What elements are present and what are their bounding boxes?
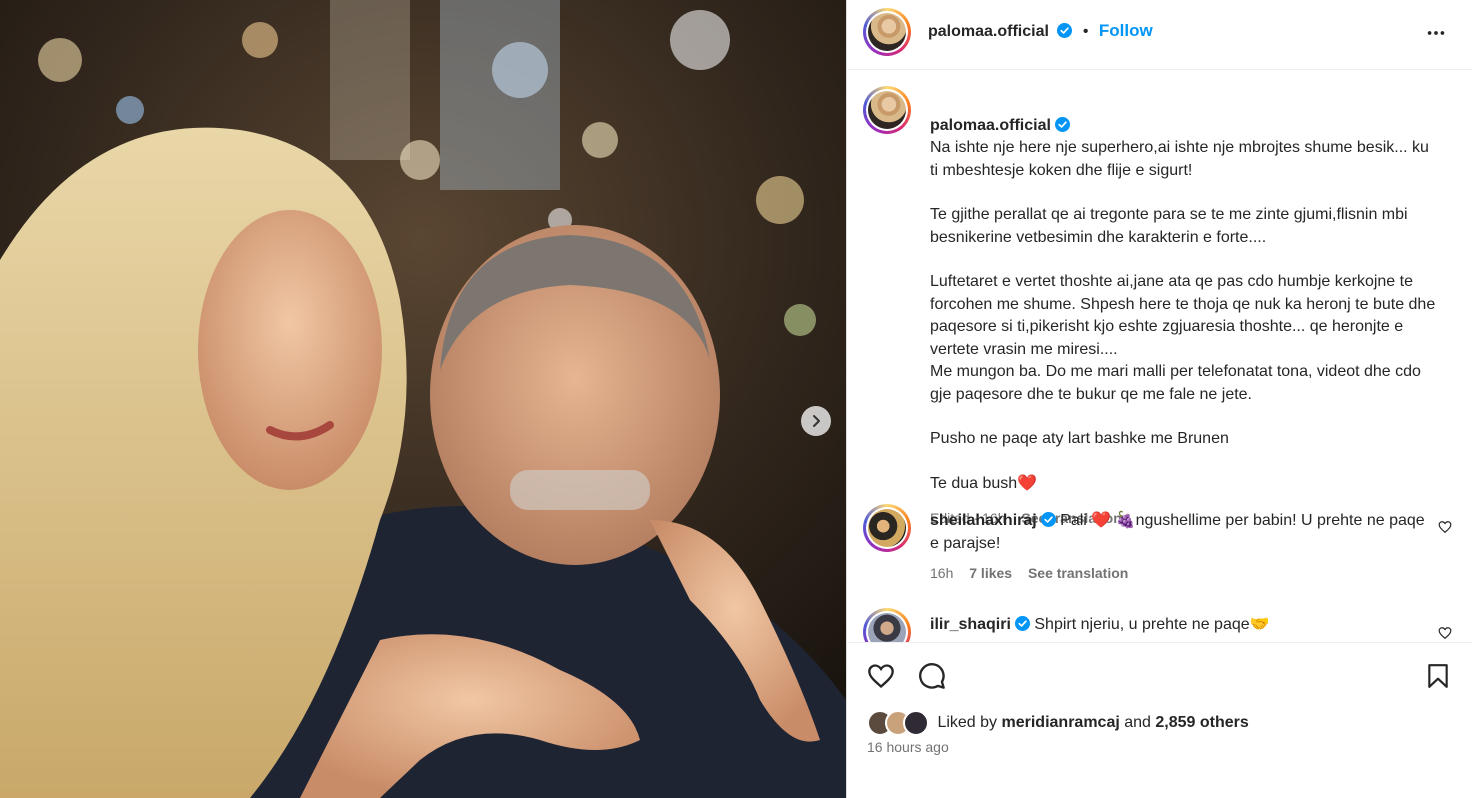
comment-likes[interactable]: 7 likes xyxy=(969,565,1012,581)
commenter-avatar[interactable] xyxy=(863,608,911,642)
commenter-username[interactable]: ilir_shaqiri xyxy=(930,616,1011,633)
caption: palomaa.official Na ishte nje here nje s… xyxy=(930,92,1440,530)
caption-paragraph-4: Pusho ne paqe aty lart bashke me Brunen xyxy=(930,430,1229,447)
chevron-right-icon xyxy=(813,415,820,427)
follow-button[interactable]: Follow xyxy=(1099,21,1153,40)
commenter-avatar[interactable] xyxy=(863,504,911,552)
likes-summary: Liked by meridianramcaj and 2,859 others xyxy=(867,710,1249,736)
next-photo-button[interactable] xyxy=(801,406,831,436)
post-photo-image xyxy=(0,0,846,798)
verified-icon xyxy=(1040,512,1056,527)
comment-text: Shpirt njeriu, u prehte ne paqe🤝 xyxy=(1034,616,1270,633)
header-separator: • xyxy=(1082,23,1089,40)
comment-meta: 16h 7 likes See translation xyxy=(930,565,1128,581)
post-photo xyxy=(0,0,846,798)
comments-section[interactable]: palomaa.official Na ishte nje here nje s… xyxy=(847,71,1472,642)
more-icon[interactable] xyxy=(1425,22,1447,44)
comment-see-translation[interactable]: See translation xyxy=(1028,565,1128,581)
post-side-panel: palomaa.official • Follow palomaa.offici… xyxy=(846,0,1472,798)
liked-by-others[interactable]: 2,859 others xyxy=(1155,714,1248,731)
likers-avatars[interactable] xyxy=(867,710,929,736)
bookmark-icon[interactable] xyxy=(1425,662,1451,690)
author-avatar[interactable] xyxy=(863,8,911,56)
comment-like-icon[interactable] xyxy=(1438,626,1452,640)
caption-paragraph-1: Na ishte nje here nje superhero,ai ishte… xyxy=(930,139,1429,179)
verified-icon xyxy=(1014,616,1030,631)
comment-time: 16h xyxy=(930,565,954,581)
post-header: palomaa.official • Follow xyxy=(847,0,1472,70)
commenter-username[interactable]: sheilahaxhiraj xyxy=(930,512,1037,529)
caption-paragraph-3: Luftetaret e vertet thoshte ai,jane ata … xyxy=(930,273,1436,403)
post-timestamp[interactable]: 16 hours ago xyxy=(867,739,949,755)
author-username[interactable]: palomaa.official xyxy=(928,23,1049,40)
caption-paragraph-2: Te gjithe perallat qe ai tregonte para s… xyxy=(930,206,1408,246)
caption-username[interactable]: palomaa.official xyxy=(930,117,1051,134)
comment-like-icon[interactable] xyxy=(1438,520,1452,534)
comment-icon[interactable] xyxy=(918,662,946,690)
heart-icon[interactable] xyxy=(867,662,895,690)
caption-paragraph-5: Te dua bush❤️ xyxy=(930,474,1038,492)
verified-icon xyxy=(1057,23,1073,38)
verified-icon xyxy=(1054,116,1070,132)
caption-avatar[interactable] xyxy=(863,86,911,134)
liked-by-user[interactable]: meridianramcaj xyxy=(1002,714,1120,731)
liked-by-and: and xyxy=(1124,714,1151,732)
liked-by-prefix: Liked by xyxy=(937,714,998,732)
